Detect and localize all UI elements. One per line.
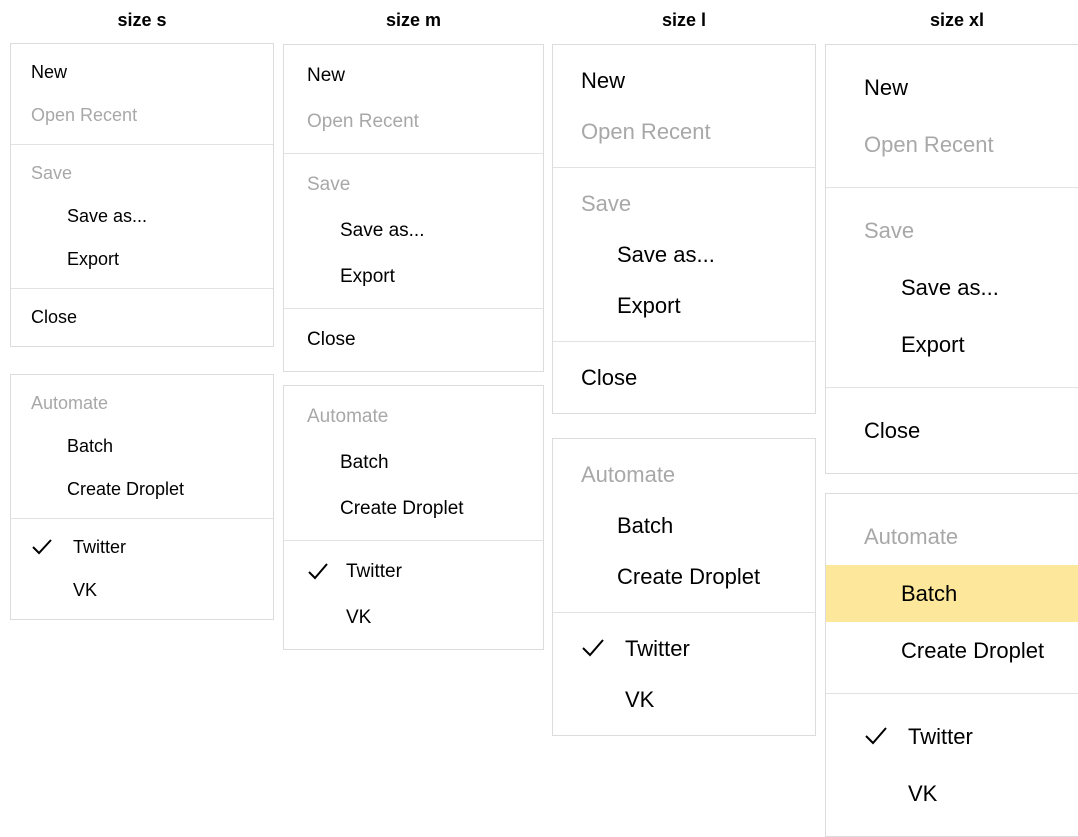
menu-item-batch-highlighted[interactable]: Batch — [826, 565, 1078, 622]
menu-group: Automate Batch Create Droplet — [826, 494, 1078, 693]
menu-automate-size-s: Automate Batch Create Droplet Twitter VK — [10, 374, 274, 620]
menu-group: Save Save as... Export — [553, 167, 815, 341]
menu-group: Automate Batch Create Droplet — [284, 386, 543, 540]
menu-group: Automate Batch Create Droplet — [553, 439, 815, 612]
menu-item-new[interactable]: New — [11, 51, 273, 94]
menu-item-save-as[interactable]: Save as... — [11, 195, 273, 238]
menu-automate-size-m: Automate Batch Create Droplet Twitter VK — [283, 385, 544, 650]
menu-group: New Open Recent — [284, 45, 543, 153]
menu-item-twitter[interactable]: Twitter — [11, 526, 273, 569]
menu-group: Close — [553, 341, 815, 413]
menu-group: New Open Recent — [11, 44, 273, 144]
menu-item-new[interactable]: New — [284, 53, 543, 99]
menu-group: Twitter VK — [553, 612, 815, 735]
menu-file-size-l: New Open Recent Save Save as... Export C… — [552, 44, 816, 414]
menu-group: Automate Batch Create Droplet — [11, 375, 273, 518]
menu-file-size-m: New Open Recent Save Save as... Export C… — [283, 44, 544, 372]
menu-item-batch[interactable]: Batch — [284, 440, 543, 486]
menu-item-export[interactable]: Export — [11, 238, 273, 281]
menu-item-open-recent: Open Recent — [307, 111, 419, 132]
menu-group-header-save: Save — [307, 174, 351, 195]
menu-item-open-recent: Open Recent — [581, 119, 711, 144]
menu-item-close[interactable]: Close — [11, 296, 273, 339]
menu-group: Save Save as... Export — [826, 187, 1078, 387]
menu-item-close[interactable]: Close — [826, 402, 1078, 459]
menu-item-create-droplet[interactable]: Create Droplet — [826, 622, 1078, 679]
menu-item-open-recent: Open Recent — [864, 132, 994, 157]
checkmark-icon — [864, 726, 888, 746]
menu-item-close[interactable]: Close — [284, 317, 543, 363]
menu-item-export[interactable]: Export — [284, 254, 543, 300]
menu-item-twitter[interactable]: Twitter — [553, 623, 815, 674]
menu-item-batch[interactable]: Batch — [11, 425, 273, 468]
menu-group: Close — [11, 288, 273, 346]
menu-item-vk[interactable]: VK — [284, 595, 543, 641]
menu-group: Twitter VK — [826, 693, 1078, 836]
menu-automate-size-l: Automate Batch Create Droplet Twitter VK — [552, 438, 816, 736]
menu-file-size-xl: New Open Recent Save Save as... Export C… — [825, 44, 1078, 474]
menu-file-size-s: New Open Recent Save Save as... Export C… — [10, 43, 274, 347]
menu-item-label: Twitter — [625, 636, 690, 661]
checkmark-icon — [581, 638, 605, 658]
menu-automate-size-xl: Automate Batch Create Droplet Twitter VK — [825, 493, 1078, 837]
column-title-size-xl: size xl — [929, 10, 985, 30]
checkmark-icon — [307, 562, 329, 581]
menu-group: Save Save as... Export — [11, 144, 273, 288]
menu-group-header-automate: Automate — [31, 393, 109, 413]
menu-item-vk[interactable]: VK — [11, 569, 273, 612]
menu-item-save-as[interactable]: Save as... — [284, 208, 543, 254]
menu-item-new[interactable]: New — [553, 55, 815, 106]
menu-item-label: Twitter — [73, 537, 127, 557]
menu-item-open-recent: Open Recent — [31, 105, 138, 125]
menu-item-label: Twitter — [908, 724, 973, 749]
menu-item-save-as[interactable]: Save as... — [553, 229, 815, 280]
column-title-size-l: size l — [661, 10, 707, 30]
menu-group-header-save: Save — [864, 218, 915, 243]
menu-item-create-droplet[interactable]: Create Droplet — [284, 486, 543, 532]
menu-group-header-save: Save — [581, 191, 632, 216]
menu-item-export[interactable]: Export — [553, 280, 815, 331]
menu-item-batch[interactable]: Batch — [553, 500, 815, 551]
menu-group: Twitter VK — [11, 518, 273, 619]
column-title-size-s: size s — [117, 10, 167, 30]
menu-item-create-droplet[interactable]: Create Droplet — [11, 468, 273, 511]
menu-item-export[interactable]: Export — [826, 316, 1078, 373]
menu-group-header-automate: Automate — [307, 406, 389, 427]
menu-item-create-droplet[interactable]: Create Droplet — [553, 551, 815, 602]
menu-group-header-automate: Automate — [864, 524, 959, 549]
menu-item-vk[interactable]: VK — [553, 674, 815, 725]
menu-item-twitter[interactable]: Twitter — [826, 708, 1078, 765]
menu-item-save-as[interactable]: Save as... — [826, 259, 1078, 316]
menu-group: Save Save as... Export — [284, 153, 543, 308]
menu-group: Twitter VK — [284, 540, 543, 649]
menu-item-new[interactable]: New — [826, 59, 1078, 116]
menu-item-vk[interactable]: VK — [826, 765, 1078, 822]
menu-item-twitter[interactable]: Twitter — [284, 549, 543, 595]
menu-group: Close — [826, 387, 1078, 473]
menu-item-label: Twitter — [346, 561, 402, 582]
menu-group: New Open Recent — [826, 45, 1078, 187]
menu-item-close[interactable]: Close — [553, 352, 815, 403]
column-title-size-m: size m — [385, 10, 442, 30]
menu-group: Close — [284, 308, 543, 371]
checkmark-icon — [31, 538, 53, 556]
menu-group-header-save: Save — [31, 163, 73, 183]
menu-group-header-automate: Automate — [581, 462, 676, 487]
menu-group: New Open Recent — [553, 45, 815, 167]
